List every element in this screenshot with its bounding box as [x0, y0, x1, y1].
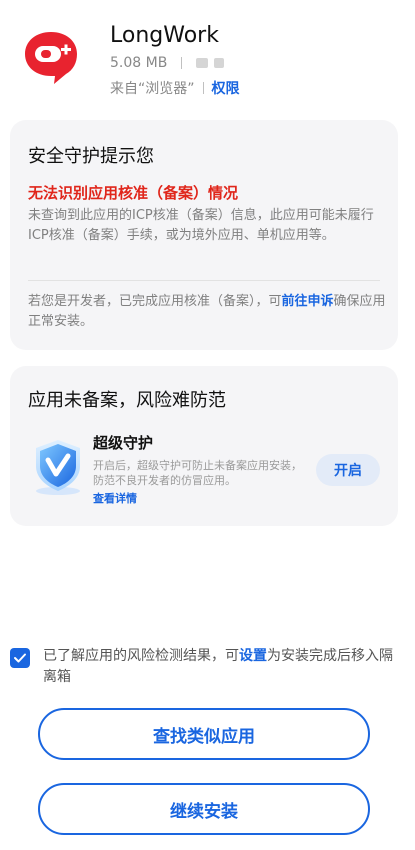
- developer-text: 若您是开发者，已完成应用核准（备案），可: [28, 294, 282, 309]
- enable-button[interactable]: 开启: [316, 454, 380, 486]
- blurred-version: [196, 58, 209, 68]
- security-card-title: 安全守护提示您: [28, 146, 154, 167]
- view-details-link[interactable]: 查看详情: [93, 490, 137, 506]
- meta-divider: [181, 57, 183, 69]
- consent-text: 已了解应用的风险检测结果，可设置为安装完成后移入隔离箱: [43, 646, 395, 688]
- shield-icon: [30, 436, 86, 496]
- super-guard-description: 开启后，超级守护可防止未备案应用安装，防范不良开发者的仿冒应用。: [93, 459, 302, 487]
- appeal-link[interactable]: 前往申诉: [282, 294, 334, 309]
- super-guard-card: 应用未备案，风险难防范 超级守护 开启后，超级守护可防止未备案应用安装，防范不良…: [10, 366, 398, 526]
- warning-title: 无法识别应用核准（备案）情况: [28, 184, 239, 202]
- source-divider: [202, 82, 204, 94]
- source-text: 来自“浏览器”: [110, 81, 195, 97]
- find-similar-apps-button[interactable]: 查找类似应用: [38, 708, 370, 760]
- settings-link[interactable]: 设置: [239, 648, 267, 664]
- app-header: LongWork 5.08 MB 来自“浏览器” 权限: [0, 0, 415, 110]
- app-source: 来自“浏览器” 权限: [110, 78, 240, 98]
- guard-card-title: 应用未备案，风险难防范: [28, 390, 226, 411]
- permission-link[interactable]: 权限: [212, 78, 240, 98]
- app-logo-icon: [22, 28, 80, 86]
- continue-install-button[interactable]: 继续安装: [38, 783, 370, 835]
- developer-notice: 若您是开发者，已完成应用核准（备案），可前往申诉确保应用正常安装。: [28, 292, 388, 332]
- security-notice-card: 安全守护提示您 无法识别应用核准（备案）情况 未查询到此应用的ICP核准（备案）…: [10, 120, 398, 350]
- app-name: LongWork: [110, 23, 219, 48]
- consent-checkbox[interactable]: [10, 648, 30, 668]
- consent-text-before: 已了解应用的风险检测结果，可: [43, 648, 239, 664]
- app-meta: 5.08 MB: [110, 55, 225, 71]
- warning-body: 未查询到此应用的ICP核准（备案）信息，此应用可能未履行ICP核准（备案）手续，…: [28, 208, 374, 243]
- checkmark-icon: [14, 653, 26, 663]
- card-divider: [28, 280, 380, 281]
- blurred-info: [214, 58, 225, 68]
- app-size: 5.08 MB: [110, 55, 168, 71]
- super-guard-title: 超级守护: [93, 434, 154, 452]
